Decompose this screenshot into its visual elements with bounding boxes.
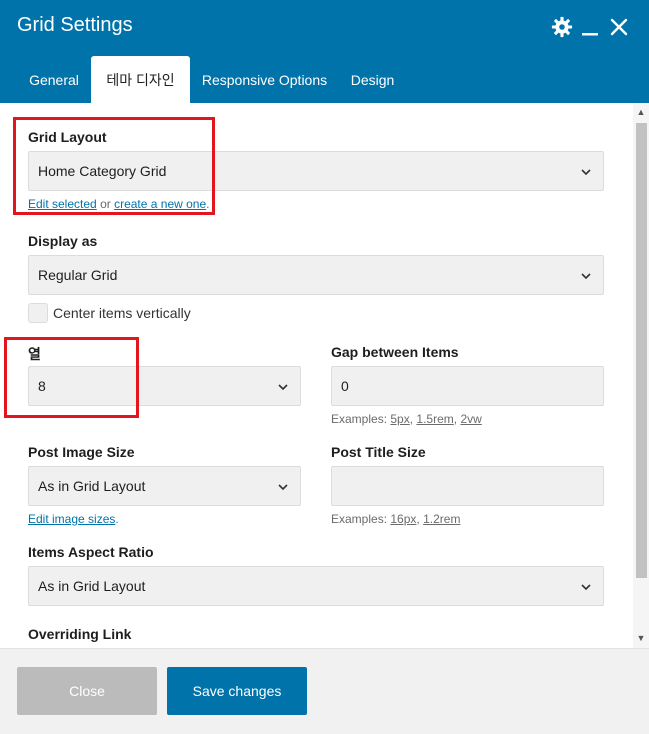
dialog-header: Grid Settings General 테마 디자인 Responsive … <box>0 0 649 103</box>
columns-value: 8 <box>38 378 46 394</box>
scrollbar-thumb[interactable] <box>636 123 647 578</box>
examples-prefix: Examples: <box>331 512 388 526</box>
post-image-size-select[interactable]: As in Grid Layout <box>28 466 301 506</box>
display-as-label: Display as <box>28 233 98 249</box>
gap-value: 0 <box>341 378 349 394</box>
close-icon[interactable] <box>607 14 631 40</box>
gap-label: Gap between Items <box>331 344 459 360</box>
chevron-down-icon <box>278 484 288 491</box>
example-1-2rem[interactable]: 1.2rem <box>423 512 460 526</box>
chevron-down-icon <box>278 384 288 391</box>
separator: , <box>409 412 414 426</box>
or-text: or <box>100 197 111 211</box>
example-16px[interactable]: 16px <box>390 512 416 526</box>
post-image-size-value: As in Grid Layout <box>38 478 146 494</box>
chevron-down-icon <box>581 273 591 280</box>
chevron-down-icon <box>581 584 591 591</box>
examples-prefix: Examples: <box>331 412 388 426</box>
separator: , <box>453 412 458 426</box>
grid-layout-links: Edit selected or create a new one. <box>28 197 209 211</box>
example-1-5rem[interactable]: 1.5rem <box>416 412 453 426</box>
aspect-ratio-label: Items Aspect Ratio <box>28 544 154 560</box>
separator: , <box>416 512 420 526</box>
post-title-size-label: Post Title Size <box>331 444 426 460</box>
columns-select[interactable]: 8 <box>28 366 301 406</box>
tab-responsive-options[interactable]: Responsive Options <box>190 56 339 103</box>
center-vertically-checkbox[interactable] <box>28 303 48 323</box>
gap-examples: Examples: 5px, 1.5rem, 2vw <box>331 412 482 426</box>
period-text: . <box>206 197 210 211</box>
save-changes-button[interactable]: Save changes <box>167 667 307 715</box>
dialog-title: Grid Settings <box>17 14 133 36</box>
grid-layout-value: Home Category Grid <box>38 163 167 179</box>
post-image-size-label: Post Image Size <box>28 444 135 460</box>
example-2vw[interactable]: 2vw <box>460 412 481 426</box>
edit-image-sizes-row: Edit image sizes. <box>28 512 119 526</box>
settings-body: Grid Layout Home Category Grid Edit sele… <box>0 103 649 648</box>
post-title-size-input[interactable] <box>331 466 604 506</box>
grid-layout-select[interactable]: Home Category Grid <box>28 151 604 191</box>
scroll-up-arrow-icon[interactable]: ▲ <box>636 107 646 117</box>
title-size-examples: Examples: 16px, 1.2rem <box>331 512 460 526</box>
aspect-ratio-value: As in Grid Layout <box>38 578 146 594</box>
tab-theme-design[interactable]: 테마 디자인 <box>91 56 190 103</box>
scroll-down-arrow-icon[interactable]: ▼ <box>636 633 646 643</box>
tab-design[interactable]: Design <box>339 56 406 103</box>
edit-selected-link[interactable]: Edit selected <box>28 197 97 211</box>
aspect-ratio-select[interactable]: As in Grid Layout <box>28 566 604 606</box>
close-button[interactable]: Close <box>17 667 157 715</box>
gap-input[interactable]: 0 <box>331 366 604 406</box>
overriding-link-label: Overriding Link <box>28 626 132 642</box>
edit-image-sizes-link[interactable]: Edit image sizes <box>28 512 115 526</box>
tab-general[interactable]: General <box>17 56 91 103</box>
columns-label: 열 <box>28 346 41 362</box>
grid-layout-label: Grid Layout <box>28 129 107 145</box>
create-new-link[interactable]: create a new one <box>114 197 206 211</box>
display-as-select[interactable]: Regular Grid <box>28 255 604 295</box>
display-as-value: Regular Grid <box>38 267 118 283</box>
center-vertically-label: Center items vertically <box>53 305 191 321</box>
gear-icon[interactable] <box>550 14 574 40</box>
example-5px[interactable]: 5px <box>390 412 409 426</box>
dialog-footer: Close Save changes <box>0 648 649 734</box>
minimize-icon[interactable] <box>578 14 602 40</box>
chevron-down-icon <box>581 169 591 176</box>
period-text: . <box>115 512 119 526</box>
